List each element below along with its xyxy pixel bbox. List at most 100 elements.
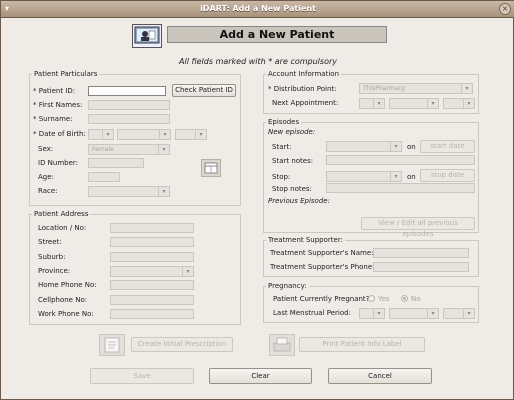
- home-phone-label: Home Phone No:: [38, 281, 97, 289]
- street-input[interactable]: [110, 237, 194, 247]
- next-appt-year-select[interactable]: ▾: [443, 98, 475, 109]
- supporter-phone-label: Treatment Supporter's Phone:: [270, 263, 375, 271]
- next-appointment-label: Next Appointment:: [272, 99, 339, 107]
- chevron-down-icon: ▾: [102, 130, 113, 139]
- next-appt-day-select[interactable]: ▾: [359, 98, 385, 109]
- supporter-phone-input[interactable]: [373, 262, 469, 272]
- stop-notes-label: Stop notes:: [272, 185, 312, 193]
- distribution-point-value: ThisPharmacy: [363, 85, 406, 92]
- supporter-name-label: Treatment Supporter's Name:: [270, 249, 374, 257]
- prescription-icon[interactable]: [99, 334, 125, 356]
- surname-input[interactable]: [88, 114, 170, 124]
- pregnant-no-radio[interactable]: [401, 295, 408, 302]
- calendar-icon[interactable]: [201, 159, 221, 177]
- street-label: Street:: [38, 238, 62, 246]
- patient-id-input[interactable]: [88, 86, 166, 96]
- chevron-down-icon: ▾: [427, 99, 438, 108]
- chevron-down-icon: ▾: [159, 130, 170, 139]
- chevron-down-icon: ▾: [461, 84, 472, 93]
- print-icon[interactable]: [269, 334, 295, 356]
- next-appt-month-select[interactable]: ▾: [389, 98, 439, 109]
- view-edit-episodes-button[interactable]: View / Edit all previous episodes: [361, 217, 475, 238]
- stop-label: Stop:: [272, 173, 291, 181]
- pregnancy-title: Pregnancy:: [266, 282, 309, 290]
- print-label-button[interactable]: Print Patient Info Label: [299, 337, 425, 352]
- lmp-month-select[interactable]: ▾: [389, 308, 439, 319]
- location-label: Location / No:: [38, 224, 87, 232]
- compulsory-note: All fields marked with * are compulsory: [179, 57, 337, 66]
- dob-month-select[interactable]: ▾: [117, 129, 171, 140]
- stop-on-label: on: [407, 173, 416, 181]
- start-notes-label: Start notes:: [272, 157, 314, 165]
- cell-phone-input[interactable]: [110, 295, 194, 305]
- check-patient-id-button[interactable]: Check Patient ID: [172, 84, 236, 97]
- cell-phone-label: Cellphone No:: [38, 296, 88, 304]
- cancel-button[interactable]: Cancel: [328, 368, 432, 384]
- start-reason-select[interactable]: ▾: [326, 141, 402, 152]
- surname-label: * Surname:: [33, 115, 73, 123]
- stop-notes-input[interactable]: [326, 183, 475, 193]
- new-episode-label: New episode:: [268, 128, 316, 136]
- lmp-day-select[interactable]: ▾: [359, 308, 385, 319]
- start-date-button[interactable]: start date: [420, 140, 475, 153]
- first-names-input[interactable]: [88, 100, 170, 110]
- chevron-down-icon: ▾: [195, 130, 206, 139]
- location-input[interactable]: [110, 223, 194, 233]
- close-icon[interactable]: ×: [499, 3, 511, 15]
- province-label: Province:: [38, 267, 71, 275]
- chevron-down-icon: ▾: [158, 145, 169, 154]
- province-select[interactable]: ▾: [110, 266, 194, 277]
- chevron-down-icon: ▾: [373, 309, 384, 318]
- work-phone-label: Work Phone No:: [38, 310, 94, 318]
- main-window: ▾ iDART: Add a New Patient × Add a New P…: [0, 0, 514, 400]
- stop-reason-select[interactable]: ▾: [326, 171, 402, 182]
- distribution-point-select[interactable]: ThisPharmacy ▾: [359, 83, 473, 94]
- title-bar: ▾ iDART: Add a New Patient ×: [1, 1, 514, 18]
- chevron-down-icon: ▾: [463, 99, 474, 108]
- stop-date-button[interactable]: stop date: [420, 169, 475, 182]
- distribution-point-label: * Distribution Point:: [268, 85, 337, 93]
- chevron-down-icon: ▾: [390, 172, 401, 181]
- dob-label: * Date of Birth:: [33, 130, 86, 138]
- start-on-label: on: [407, 143, 416, 151]
- chevron-down-icon: ▾: [158, 187, 169, 196]
- pregnant-no-label: No: [411, 295, 421, 303]
- dob-day-select[interactable]: ▾: [88, 129, 114, 140]
- id-number-label: ID Number:: [38, 159, 79, 167]
- episodes-title: Episodes: [266, 118, 302, 126]
- chevron-down-icon: ▾: [427, 309, 438, 318]
- clear-button[interactable]: Clear: [209, 368, 312, 384]
- treatment-supporter-title: Treatment Supporter:: [266, 236, 345, 244]
- save-button[interactable]: Save: [90, 368, 194, 384]
- patient-icon: [132, 24, 162, 48]
- create-prescription-button[interactable]: Create Initial Prescription: [131, 337, 233, 352]
- patient-address-title: Patient Address: [32, 210, 91, 218]
- age-input[interactable]: [88, 172, 120, 182]
- account-info-title: Account Information: [266, 70, 342, 78]
- start-notes-input[interactable]: [326, 155, 475, 165]
- race-select[interactable]: ▾: [88, 186, 170, 197]
- chevron-down-icon: ▾: [463, 309, 474, 318]
- work-phone-input[interactable]: [110, 309, 194, 319]
- pregnant-yes-radio[interactable]: [368, 295, 375, 302]
- first-names-label: * First Names:: [33, 101, 83, 109]
- supporter-name-input[interactable]: [373, 248, 469, 258]
- previous-episode-label: Previous Episode:: [268, 197, 330, 205]
- dob-year-select[interactable]: ▾: [175, 129, 207, 140]
- window-title: iDART: Add a New Patient: [200, 4, 316, 13]
- id-number-input[interactable]: [88, 158, 144, 168]
- patient-id-label: * Patient ID:: [33, 87, 76, 95]
- lmp-year-select[interactable]: ▾: [443, 308, 475, 319]
- chevron-down-icon: ▾: [373, 99, 384, 108]
- pregnant-label: Patient Currently Pregnant?: [273, 295, 370, 303]
- suburb-label: Suburb:: [38, 253, 66, 261]
- lmp-label: Last Menstrual Period:: [273, 309, 351, 317]
- page-title: Add a New Patient: [167, 26, 387, 43]
- chevron-down-icon: ▾: [390, 142, 401, 151]
- suburb-input[interactable]: [110, 252, 194, 262]
- pregnant-yes-label: Yes: [378, 295, 390, 303]
- home-phone-input[interactable]: [110, 280, 194, 290]
- sex-select[interactable]: Female ▾: [88, 144, 170, 155]
- patient-particulars-title: Patient Particulars: [32, 70, 100, 78]
- race-label: Race:: [38, 187, 58, 195]
